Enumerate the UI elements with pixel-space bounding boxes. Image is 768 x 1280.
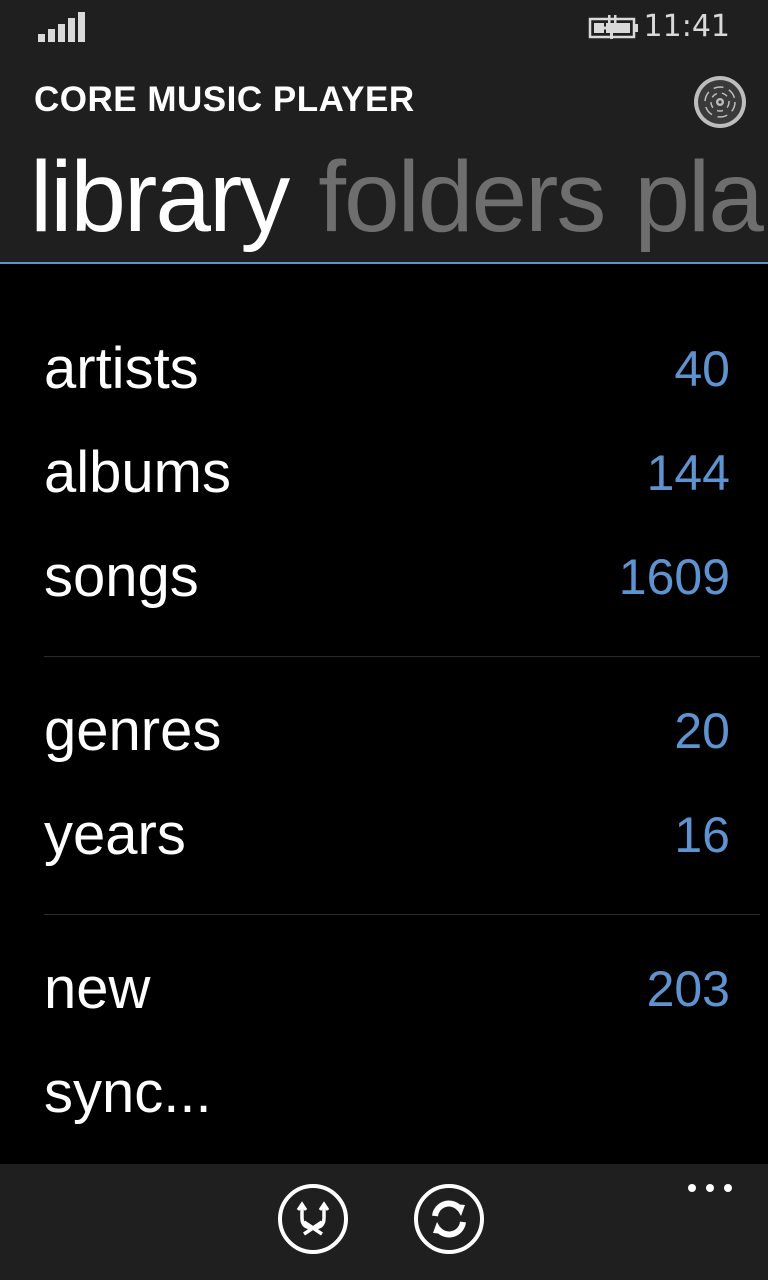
- signal-strength-icon: [38, 12, 86, 42]
- list-item-years[interactable]: years 16: [44, 790, 730, 880]
- more-options-icon[interactable]: [686, 1182, 734, 1194]
- shuffle-icon: [296, 1201, 330, 1236]
- list-item-new[interactable]: new 203: [44, 944, 730, 1034]
- list-item-songs[interactable]: songs 1609: [44, 532, 730, 622]
- pivot-tab-playlists[interactable]: pla: [634, 132, 763, 262]
- list-item-genres[interactable]: genres 20: [44, 686, 730, 776]
- screen: 11:41 CORE MUSIC PLAYER library folders pl…: [0, 0, 768, 1280]
- list-item-label: artists: [44, 336, 199, 401]
- app-bar: [0, 1164, 768, 1280]
- app-title: CORE MUSIC PLAYER: [34, 80, 415, 119]
- list-item-count: 20: [674, 703, 730, 759]
- pivot-tab-folders[interactable]: folders: [318, 132, 606, 262]
- status-time: 11:41: [643, 9, 730, 44]
- status-bar: 11:41: [0, 0, 768, 56]
- list-item-label: albums: [44, 440, 231, 505]
- list-item-count: 1609: [618, 549, 730, 605]
- disc-icon[interactable]: [694, 76, 746, 128]
- list-item-count: 144: [646, 445, 730, 501]
- refresh-button[interactable]: [414, 1184, 484, 1254]
- list-item-artists[interactable]: artists 40: [44, 324, 730, 414]
- list-item-albums[interactable]: albums 144: [44, 428, 730, 518]
- list-item-count: 40: [674, 341, 730, 397]
- list-item-count: 16: [674, 807, 730, 863]
- refresh-icon: [432, 1200, 466, 1238]
- list-item-label: new: [44, 956, 151, 1021]
- list-item-count: 203: [646, 961, 730, 1017]
- group-divider: [44, 656, 760, 657]
- list-item-sync[interactable]: sync...: [44, 1048, 730, 1138]
- list-item-label: songs: [44, 544, 199, 609]
- pivot-tab-library[interactable]: library: [30, 132, 290, 262]
- group-divider: [44, 914, 760, 915]
- list-item-label: genres: [44, 698, 222, 763]
- pivot-header: library folders pla: [30, 132, 768, 262]
- header: 11:41 CORE MUSIC PLAYER library folders pl…: [0, 0, 768, 264]
- list-item-label: sync...: [44, 1060, 212, 1125]
- shuffle-button[interactable]: [278, 1184, 348, 1254]
- battery-charging-icon: [588, 14, 640, 40]
- list-item-label: years: [44, 802, 186, 867]
